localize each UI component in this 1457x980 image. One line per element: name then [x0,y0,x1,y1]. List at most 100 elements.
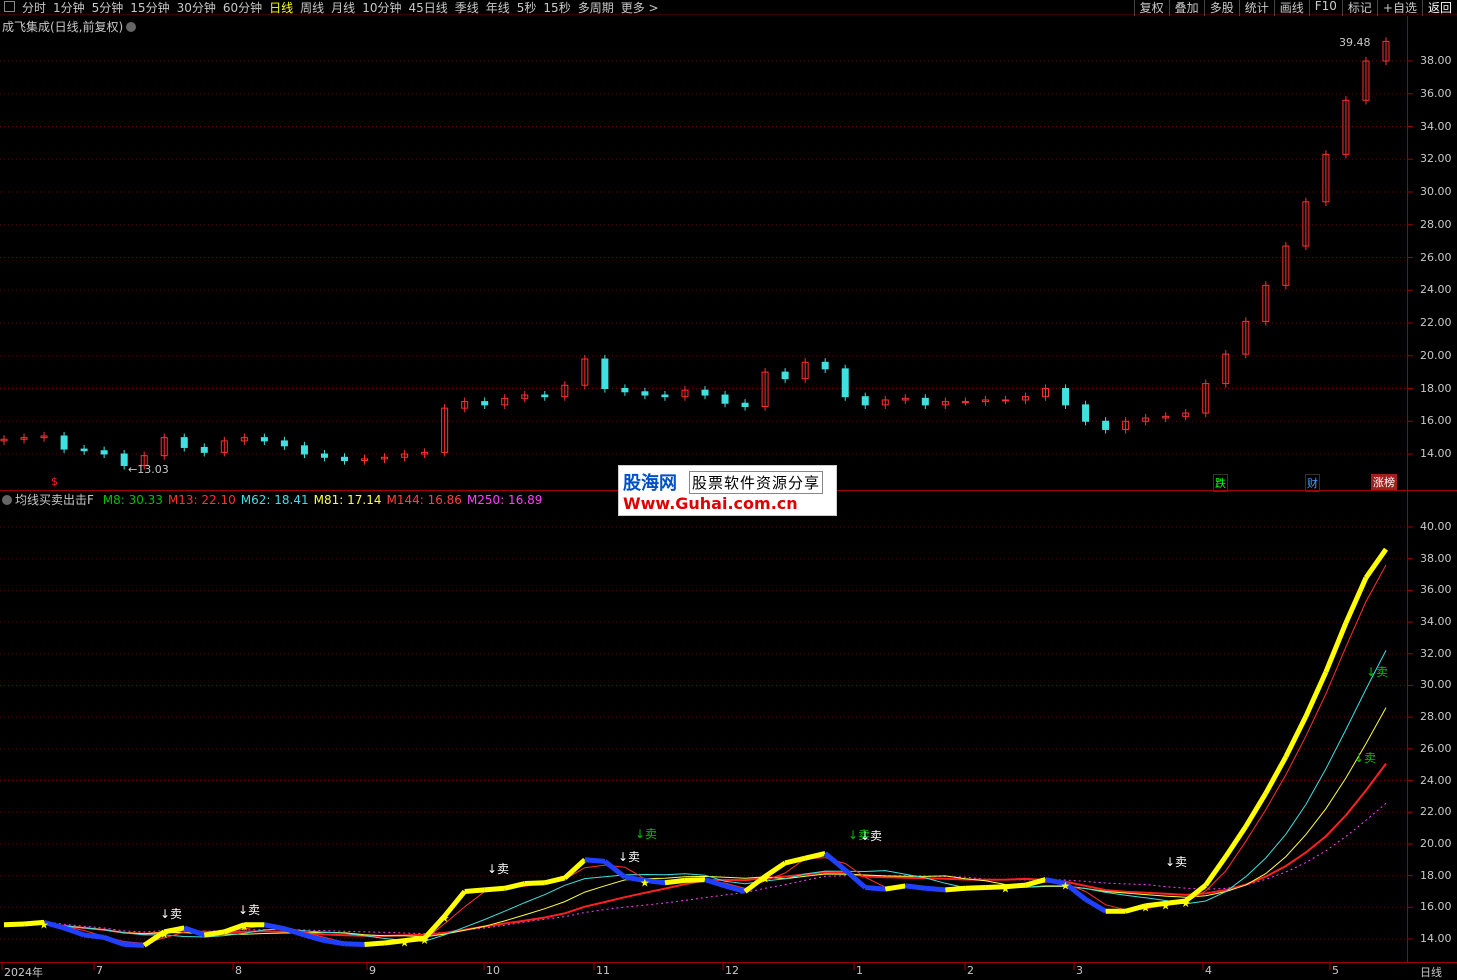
signal-line [784,855,806,866]
indicator-tick-label: 40.00 [1420,520,1452,533]
indicator-tick-label: 22.00 [1420,805,1452,819]
candle-body [921,397,929,406]
buy-star: ★ [1000,883,1010,896]
time-tick-label: 2 [967,964,974,977]
signal-line [584,857,606,864]
sell-signal: ↓卖 [160,907,183,921]
signal-line [63,925,85,938]
ma13-line [3,564,1387,945]
buy-star: ★ [760,872,770,885]
candle-body [701,389,709,396]
candle-body [961,401,969,404]
time-tick-label: 11 [596,964,610,977]
buy-star: ★ [159,928,169,941]
candle-body [481,401,489,406]
buy-star: ★ [420,934,430,947]
candle-body [260,437,268,442]
indicator-tick-label: 16.00 [1420,900,1452,914]
buy-star: ★ [1161,899,1171,912]
signal-line [1084,897,1107,914]
buy-star: ★ [239,921,249,934]
buy-star: ★ [1061,880,1071,893]
indicator-tick-label: 20.00 [1420,836,1452,850]
price-tick-label: 26.00 [1420,250,1452,264]
sell-signal: ↓卖 [1366,665,1389,679]
candle-body [861,396,869,406]
signal-line [83,932,105,940]
sell-signal: ↓卖 [487,862,510,876]
signal-line [843,868,867,890]
candle-body [60,435,68,450]
signal-line [1323,621,1349,673]
signal-line [823,851,847,872]
watermark-logo: 股海网 [623,473,677,494]
sell-signal: ↓卖 [238,903,261,917]
signal-line [1024,877,1047,888]
signal-line [684,877,706,883]
time-tick-label: 3 [1076,964,1083,977]
price-tick-label: 14.00 [1420,447,1452,460]
signal-line [344,941,365,948]
cai-badge[interactable]: 财 [1305,474,1320,492]
candle-body [741,402,749,408]
die-badge[interactable]: 跌 [1213,474,1228,492]
signal-line [1283,715,1309,758]
watermark-url: Www.Guhai.com.cn [623,494,798,513]
signal-line [1263,755,1289,795]
signal-line [303,932,326,943]
signal-line [664,877,686,886]
candle-body [821,361,829,370]
watermark-slogan: 股票软件资源分享 [689,471,824,494]
time-tick-label: 8 [235,964,242,977]
ma62-line [3,650,1387,942]
candle-body [200,446,208,453]
signal-line [1363,547,1389,580]
time-tick-label: 2024年 [4,966,43,979]
signal-line [524,880,545,887]
candle-body [280,440,288,447]
signal-line [183,925,206,938]
buy-star: ★ [1141,902,1151,915]
time-tick-label: 9 [369,964,376,977]
price-tick-label: 16.00 [1420,414,1452,428]
buy-star: ★ [39,918,49,931]
price-tick-label: 32.00 [1420,152,1452,166]
sell-signal: ↓卖 [1165,855,1188,869]
signal-line [3,921,25,928]
signal-line [905,883,926,891]
signal-line [484,885,505,893]
time-tick-label: 4 [1205,964,1212,977]
signal-line [965,885,986,891]
signal-line [263,922,285,932]
indicator-tick-label: 28.00 [1420,710,1452,724]
signal-line [724,883,746,894]
candle-body [300,445,308,455]
indicator-tick-label: 26.00 [1420,741,1452,755]
sell-signal: ↓卖 [618,850,641,864]
signal-line [1243,791,1268,828]
buy-star: ★ [440,912,450,925]
price-tick-label: 18.00 [1420,381,1452,395]
price-tick-label: 24.00 [1420,283,1452,297]
candle-body [541,394,549,398]
candle-body [841,368,849,398]
buy-star: ★ [400,937,410,950]
candle-body [1001,399,1009,402]
candle-body [180,437,188,448]
zhangbang-badge[interactable]: 涨榜 [1371,474,1397,490]
buy-star: ★ [1181,897,1191,910]
signal-line [124,942,145,948]
price-tick-label: 36.00 [1420,86,1452,100]
candle-body [1082,404,1090,422]
signal-line [324,938,345,947]
price-tick-label: 22.00 [1420,316,1452,329]
ma144-line [3,763,1387,937]
signal-line [884,883,906,892]
sell-signal: ↓卖 [1354,751,1377,765]
indicator-tick-label: 38.00 [1420,551,1452,565]
candle-body [621,388,629,393]
s-marker[interactable]: $ [51,475,58,488]
signal-line [945,885,966,893]
time-tick-label: 7 [96,964,103,977]
indicator-tick-label: 14.00 [1420,932,1452,945]
